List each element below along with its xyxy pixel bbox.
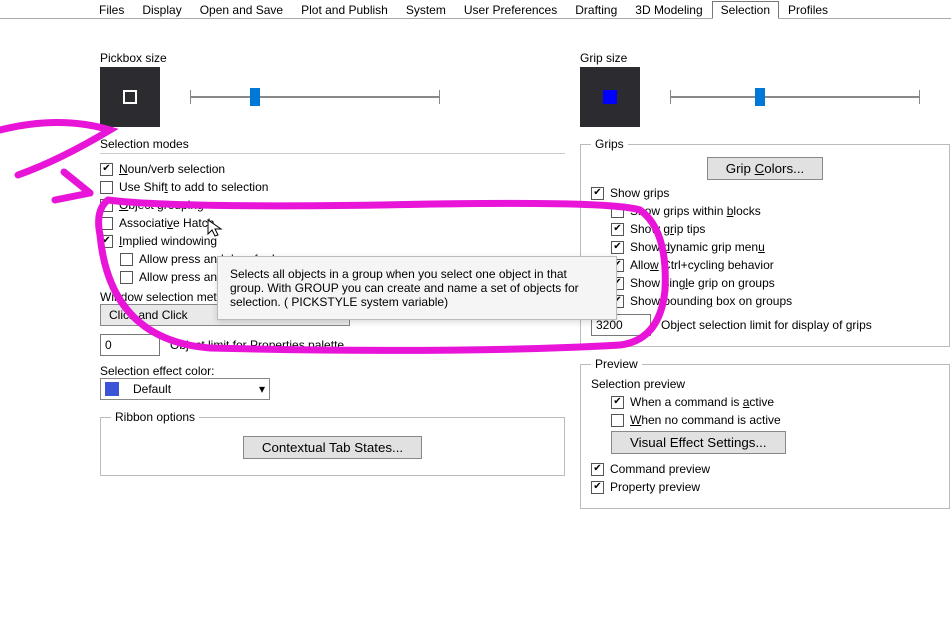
sel-color-label: Selection effect color: (100, 364, 565, 378)
chk-no-cmd[interactable] (611, 414, 624, 427)
sel-preview-label: Selection preview (591, 377, 939, 391)
chk-grip-tips[interactable] (611, 223, 624, 236)
grip-size-slider[interactable] (670, 86, 920, 108)
lbl-noun-verb: Noun/verb selection (119, 162, 225, 176)
chk-prop-preview[interactable] (591, 481, 604, 494)
tab-user-prefs[interactable]: User Preferences (455, 1, 566, 19)
tooltip-object-grouping: Selects all objects in a group when you … (217, 256, 617, 320)
chk-noun-verb[interactable] (100, 163, 113, 176)
tab-open-save[interactable]: Open and Save (191, 1, 292, 19)
ribbon-options-group: Ribbon options Contextual Tab States... (100, 410, 565, 476)
chk-grips-blocks[interactable] (611, 205, 624, 218)
obj-limit-label: Object limit for Properties palette (170, 338, 344, 352)
tab-display[interactable]: Display (133, 1, 190, 19)
grip-preview (580, 67, 640, 127)
chk-allow-press1[interactable] (120, 253, 133, 266)
preview-group: Preview Selection preview When a command… (580, 357, 950, 509)
lbl-grip-tips: Show grip tips (630, 222, 705, 236)
tab-system[interactable]: System (397, 1, 455, 19)
chk-cmd-preview[interactable] (591, 463, 604, 476)
pickbox-size-slider[interactable] (190, 86, 440, 108)
tab-profiles[interactable]: Profiles (779, 1, 837, 19)
tab-files[interactable]: Files (90, 1, 133, 19)
grips-group: Grips Grip Colors... Show grips Show gri… (580, 137, 950, 347)
preview-label: Preview (591, 357, 642, 371)
lbl-single-grip: Show single grip on groups (630, 276, 775, 290)
pickbox-preview (100, 67, 160, 127)
pickbox-size-label: Pickbox size (100, 51, 565, 65)
tab-plot-publish[interactable]: Plot and Publish (292, 1, 397, 19)
lbl-no-cmd: When no command is active (630, 413, 781, 427)
tab-drafting[interactable]: Drafting (566, 1, 626, 19)
grip-limit-label: Object selection limit for display of gr… (661, 318, 872, 332)
lbl-object-grouping: Object grouping (119, 198, 204, 212)
chk-shift-add[interactable] (100, 181, 113, 194)
lbl-assoc-hatch: Associative Hatch (119, 216, 214, 230)
tab-3d-modeling[interactable]: 3D Modeling (626, 1, 711, 19)
chk-allow-press2[interactable] (120, 271, 133, 284)
lbl-grips-blocks: Show grips within blocks (630, 204, 761, 218)
chk-object-grouping[interactable] (100, 199, 113, 212)
chevron-down-icon: ▾ (259, 382, 265, 396)
lbl-ctrl-cycle: Allow Ctrl+cycling behavior (630, 258, 774, 272)
contextual-tab-states-button[interactable]: Contextual Tab States... (243, 436, 422, 459)
chk-dyn-menu[interactable] (611, 241, 624, 254)
selection-modes-label: Selection modes (100, 137, 565, 151)
grip-size-label: Grip size (580, 51, 950, 65)
lbl-implied-window: Implied windowing (119, 234, 217, 248)
tab-selection[interactable]: Selection (712, 1, 779, 19)
lbl-show-grips: Show grips (610, 186, 669, 200)
chk-cmd-active[interactable] (611, 396, 624, 409)
lbl-cmd-preview: Command preview (610, 462, 710, 476)
chk-implied-window[interactable] (100, 235, 113, 248)
lbl-shift-add: Use Shift to add to selection (119, 180, 268, 194)
color-swatch-icon (105, 382, 119, 396)
visual-effect-settings-button[interactable]: Visual Effect Settings... (611, 431, 786, 454)
lbl-bbox-groups: Show bounding box on groups (630, 294, 792, 308)
lbl-dyn-menu: Show dynamic grip menu (630, 240, 765, 254)
lbl-prop-preview: Property preview (610, 480, 700, 494)
chk-assoc-hatch[interactable] (100, 217, 113, 230)
chk-show-grips[interactable] (591, 187, 604, 200)
sel-color-select[interactable]: Default ▾ (100, 378, 270, 400)
grips-label: Grips (591, 137, 628, 151)
tab-strip: Files Display Open and Save Plot and Pub… (0, 0, 951, 19)
sel-color-value: Default (133, 382, 171, 396)
obj-limit-input[interactable] (100, 334, 160, 356)
lbl-cmd-active: When a command is active (630, 395, 774, 409)
grip-colors-button[interactable]: Grip Colors... (707, 157, 824, 180)
tooltip-text: Selects all objects in a group when you … (230, 267, 579, 309)
ribbon-options-label: Ribbon options (111, 410, 199, 424)
